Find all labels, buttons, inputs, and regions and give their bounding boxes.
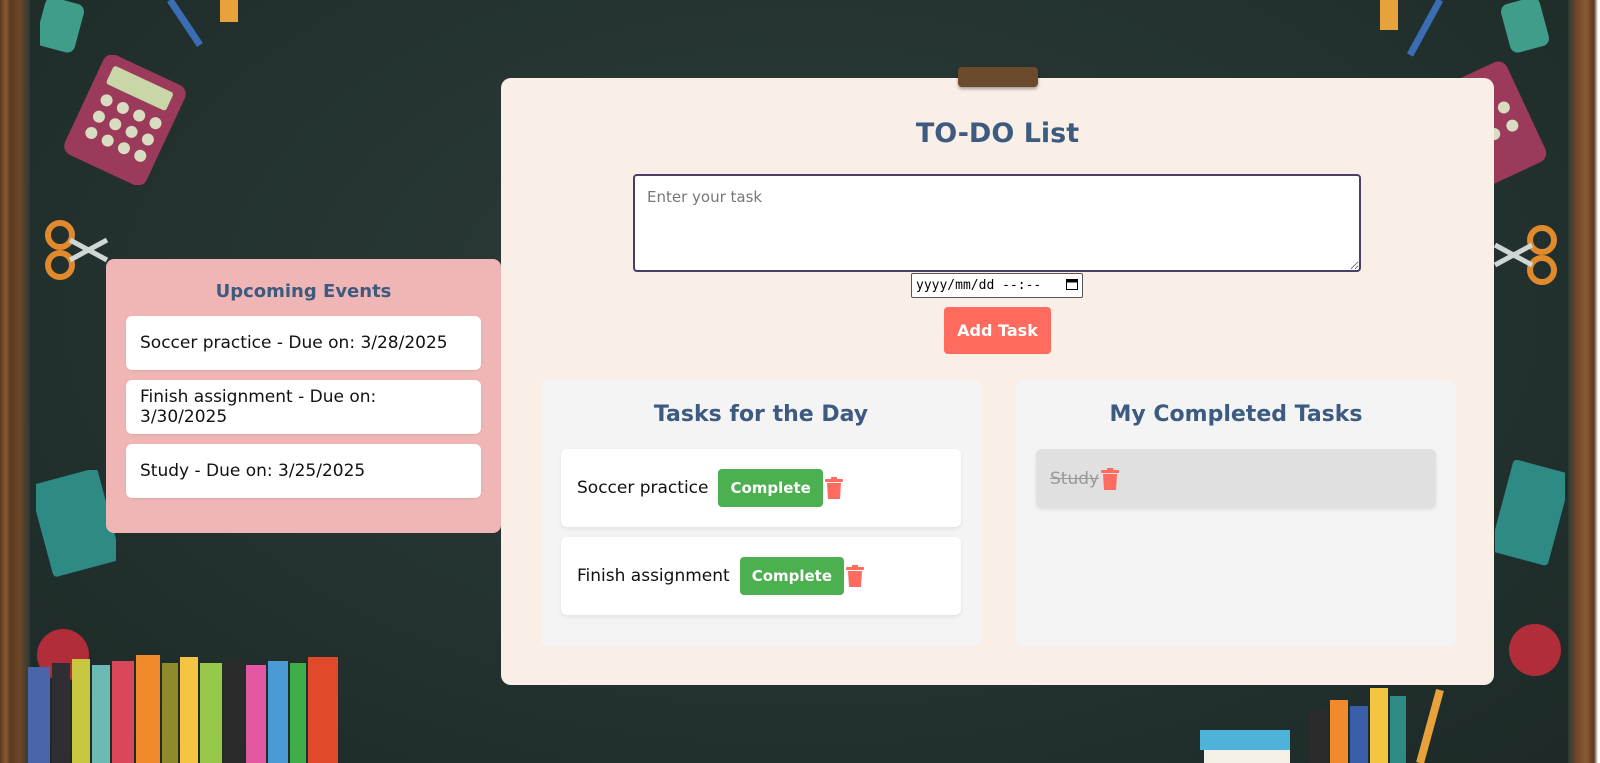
task-item: Finish assignment Complete	[561, 537, 961, 615]
tasks-for-day-title: Tasks for the Day	[653, 402, 869, 427]
completed-tasks-title: My Completed Tasks	[1109, 402, 1363, 427]
task-item: Soccer practice Complete	[561, 449, 961, 527]
completed-task-label: Study	[1050, 468, 1100, 489]
task-input[interactable]	[633, 174, 1361, 272]
add-task-button[interactable]: Add Task	[944, 307, 1051, 354]
event-item: Finish assignment - Due on: 3/30/2025	[126, 380, 481, 434]
clipboard-clip	[958, 67, 1038, 87]
event-item-label: Study - Due on: 3/25/2025	[140, 461, 366, 481]
completed-tasks-panel: My Completed Tasks Study	[1016, 380, 1456, 646]
trash-icon[interactable]	[845, 565, 865, 587]
chalkboard-frame-right	[1568, 0, 1600, 763]
calendar-icon[interactable]	[1066, 278, 1078, 294]
scissors-doodle	[42, 215, 112, 285]
apple-doodle-right	[1505, 612, 1565, 682]
complete-button[interactable]: Complete	[739, 557, 845, 595]
task-label: Soccer practice	[577, 478, 709, 498]
event-item: Soccer practice - Due on: 3/28/2025	[126, 316, 481, 370]
notebook-doodle	[36, 470, 116, 580]
pencil-doodle-right	[1380, 0, 1560, 60]
tasks-for-day-panel: Tasks for the Day Soccer practice Comple…	[541, 380, 981, 646]
books-doodle	[28, 655, 338, 763]
upcoming-events-panel: Upcoming Events Soccer practice - Due on…	[106, 259, 501, 533]
event-item: Study - Due on: 3/25/2025	[126, 444, 481, 498]
completed-task-item: Study	[1036, 449, 1436, 508]
page-title: TO-DO List	[915, 118, 1080, 149]
trash-icon[interactable]	[824, 477, 844, 499]
calculator-doodle	[60, 55, 190, 185]
scissors-doodle-right	[1490, 220, 1560, 290]
date-placeholder: yyyy/mm/dd --:--	[916, 278, 1042, 293]
due-date-input[interactable]: yyyy/mm/dd --:--	[911, 273, 1083, 298]
books-doodle-right	[1200, 680, 1460, 763]
task-label: Finish assignment	[577, 566, 730, 586]
upcoming-events-title: Upcoming Events	[215, 281, 392, 302]
event-item-label: Finish assignment - Due on: 3/30/2025	[140, 387, 377, 427]
trash-icon[interactable]	[1100, 467, 1120, 490]
pencil-doodle	[40, 0, 240, 60]
complete-button[interactable]: Complete	[718, 469, 823, 507]
event-item-label: Soccer practice - Due on: 3/28/2025	[140, 333, 448, 353]
notebook-doodle-right	[1495, 460, 1565, 570]
